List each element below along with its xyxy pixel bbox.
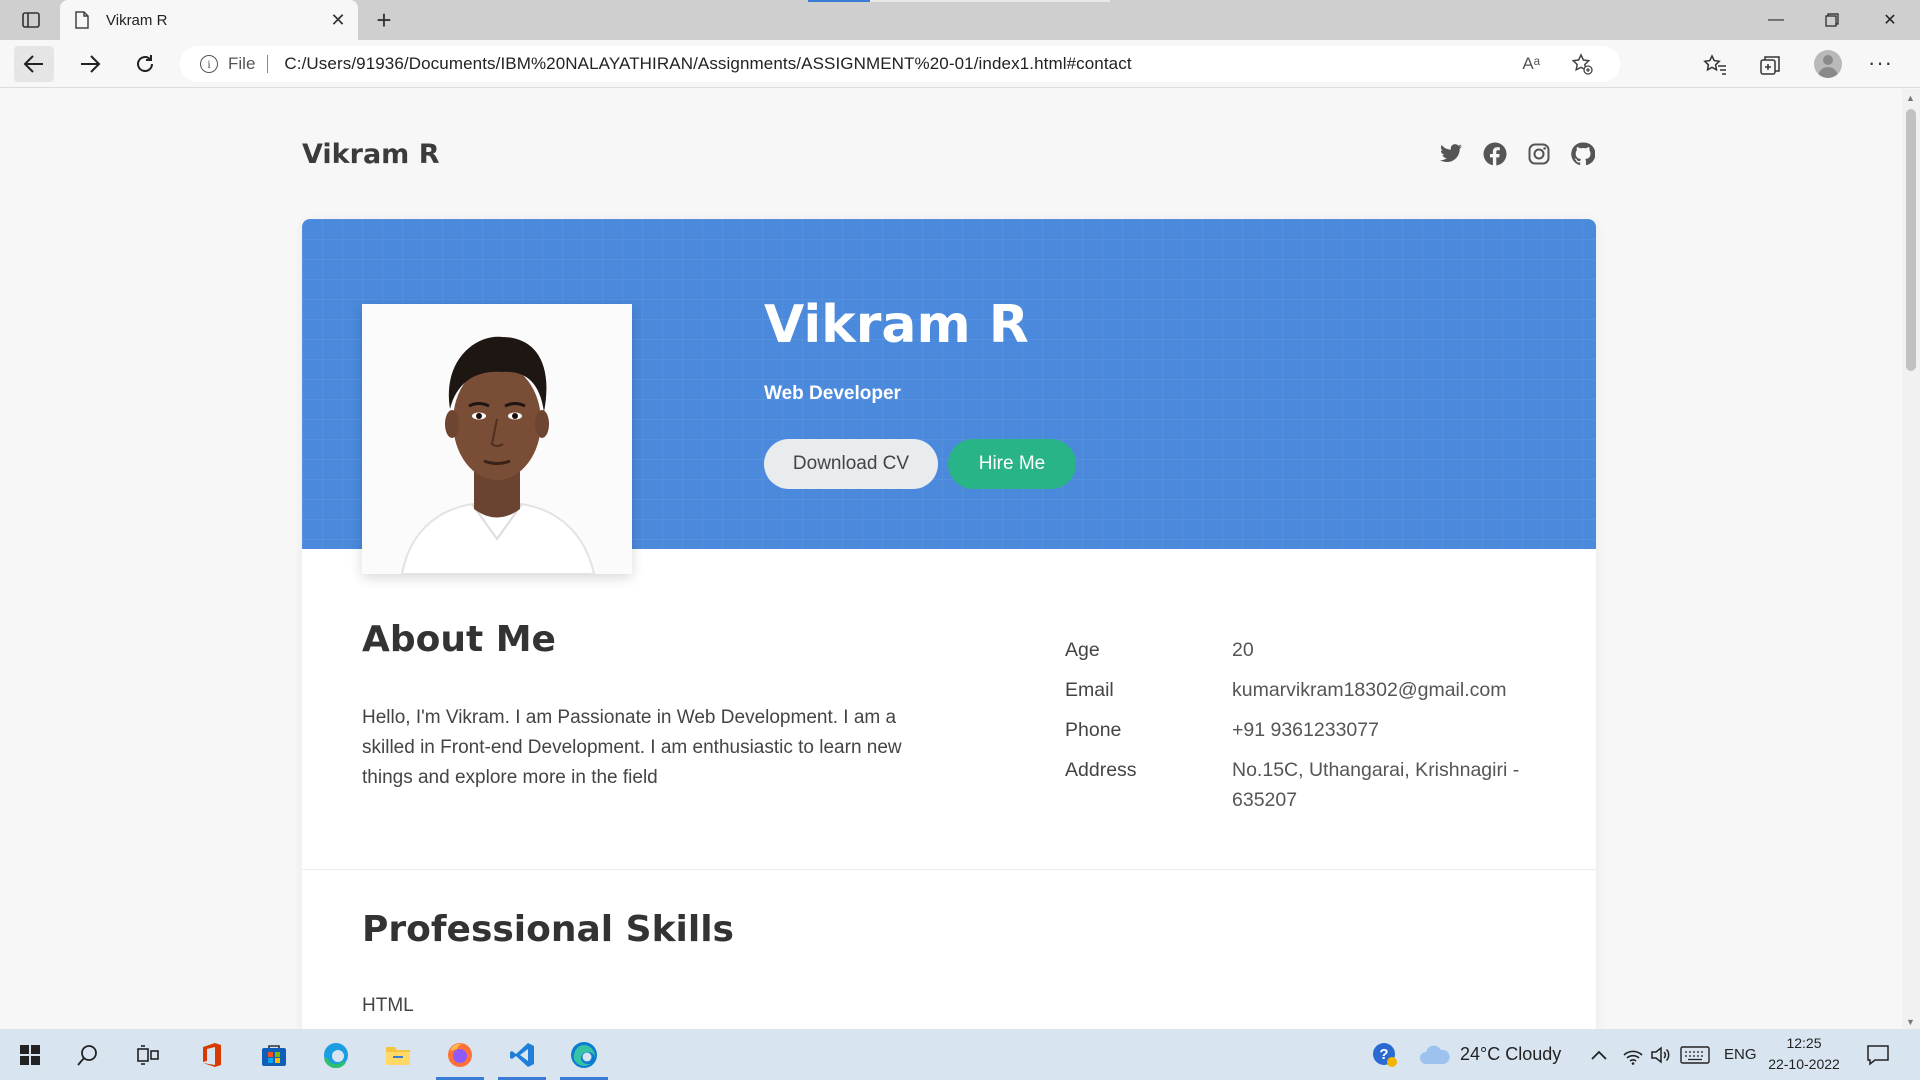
task-view-icon[interactable] [120, 1029, 176, 1080]
clock-time: 12:25 [1786, 1035, 1822, 1051]
personal-info-table: Age 20 Email kumarvikram18302@gmail.com … [1065, 635, 1552, 825]
minimize-icon[interactable]: — [1748, 0, 1804, 40]
firefox-icon[interactable] [432, 1029, 488, 1080]
github-icon[interactable] [1570, 141, 1596, 167]
svg-text:?: ? [1379, 1046, 1388, 1063]
profile-photo [362, 304, 632, 574]
skills-title: Professional Skills [362, 909, 734, 950]
scroll-up-icon[interactable]: ▲ [1906, 93, 1915, 103]
back-button[interactable] [14, 46, 54, 82]
info-label: Email [1065, 679, 1114, 701]
start-icon[interactable] [2, 1029, 58, 1080]
page-scrollbar[interactable]: ▲ ▼ [1902, 89, 1920, 1029]
about-text: Hello, I'm Vikram. I am Passionate in We… [362, 707, 902, 788]
instagram-icon[interactable] [1526, 141, 1552, 167]
forward-button[interactable] [70, 46, 110, 82]
tab-title: Vikram R [106, 11, 168, 29]
search-icon[interactable] [60, 1029, 116, 1080]
edge-icon[interactable] [556, 1029, 612, 1080]
facebook-icon[interactable] [1482, 141, 1508, 167]
info-label: Age [1065, 639, 1100, 661]
more-options-icon[interactable]: ··· [1868, 50, 1893, 76]
volume-icon[interactable] [1650, 1029, 1672, 1080]
address-bar[interactable]: i File C:/Users/91936/Documents/IBM%20NA… [180, 46, 1620, 82]
favorites-icon[interactable] [1702, 52, 1728, 78]
add-favorite-icon[interactable] [1570, 52, 1594, 76]
skill-label: HTML [362, 995, 414, 1016]
url-text[interactable]: C:/Users/91936/Documents/IBM%20NALAYATHI… [284, 54, 1131, 74]
wifi-icon[interactable] [1622, 1029, 1644, 1080]
download-cv-button[interactable]: Download CV [764, 439, 938, 489]
hero-role: Web Developer [764, 383, 901, 404]
info-value-email[interactable]: kumarvikram18302@gmail.com [1232, 675, 1552, 705]
reload-button[interactable] [125, 46, 165, 82]
page-viewport: Vikram R Vikram R Web Developer Download… [0, 89, 1902, 1029]
about-title: About Me [362, 619, 556, 660]
clock-date: 22-10-2022 [1768, 1056, 1840, 1072]
info-row-email: Email kumarvikram18302@gmail.com [1065, 675, 1552, 705]
address-toolbar: i File C:/Users/91936/Documents/IBM%20NA… [0, 40, 1920, 88]
scroll-down-icon[interactable]: ▼ [1906, 1017, 1915, 1027]
clock[interactable]: 12:25 22-10-2022 [1764, 1033, 1844, 1075]
read-aloud-icon[interactable]: Aᵃ [1522, 54, 1540, 74]
tab-vikram[interactable]: Vikram R ✕ [60, 0, 358, 40]
site-brand[interactable]: Vikram R [302, 139, 440, 170]
store-icon[interactable] [246, 1029, 302, 1080]
profile-avatar[interactable] [1814, 50, 1842, 78]
help-icon[interactable]: ? [1372, 1029, 1398, 1080]
info-value: 20 [1232, 639, 1254, 661]
twitter-icon[interactable] [1438, 141, 1464, 167]
url-separator [267, 55, 269, 73]
edge-dev-icon[interactable] [308, 1029, 364, 1080]
tab-strip-indicator [808, 0, 870, 2]
office-icon[interactable] [184, 1029, 240, 1080]
info-value: +91 9361233077 [1232, 719, 1379, 741]
scrollbar-thumb[interactable] [1906, 109, 1916, 371]
collections-icon[interactable] [1757, 52, 1783, 78]
notifications-icon[interactable] [1866, 1029, 1890, 1080]
weather-widget[interactable]: 24°C Cloudy [1418, 1029, 1561, 1080]
info-row-age: Age 20 [1065, 635, 1552, 665]
new-tab-icon[interactable]: + [370, 5, 398, 35]
tab-actions-icon[interactable] [16, 8, 46, 32]
cloud-icon [1420, 1045, 1450, 1064]
language-indicator[interactable]: ENG [1724, 1029, 1757, 1080]
tab-close-icon[interactable]: ✕ [328, 10, 348, 30]
info-row-phone: Phone +91 9361233077 [1065, 715, 1552, 745]
info-value: No.15C, Uthangarai, Krishnagiri - 635207 [1232, 759, 1520, 811]
weather-text: 24°C Cloudy [1460, 1044, 1562, 1064]
windows-taskbar: ? 24°C Cloudy ENG 12:25 22-10-2022 [0, 1029, 1920, 1080]
file-explorer-icon[interactable] [370, 1029, 426, 1080]
info-row-address: Address No.15C, Uthangarai, Krishnagiri … [1065, 755, 1552, 815]
info-label: Address [1065, 759, 1137, 781]
vscode-icon[interactable] [494, 1029, 550, 1080]
url-scheme: File [228, 54, 256, 73]
chevron-up-icon[interactable] [1590, 1029, 1608, 1080]
restore-icon[interactable] [1804, 0, 1860, 40]
site-info-icon[interactable]: i [200, 55, 218, 73]
keyboard-icon[interactable] [1680, 1029, 1710, 1080]
social-links [1438, 141, 1596, 167]
info-label: Phone [1065, 719, 1122, 741]
tab-strip-track [870, 0, 1110, 2]
hero-name: Vikram R [764, 295, 1029, 355]
hire-me-button[interactable]: Hire Me [948, 439, 1076, 489]
section-divider [302, 869, 1596, 870]
page-icon [75, 11, 89, 29]
profile-card: Vikram R Web Developer Download CV Hire … [302, 219, 1596, 1029]
tab-bar: Vikram R ✕ + — ✕ [0, 0, 1920, 40]
close-window-icon[interactable]: ✕ [1862, 0, 1918, 40]
